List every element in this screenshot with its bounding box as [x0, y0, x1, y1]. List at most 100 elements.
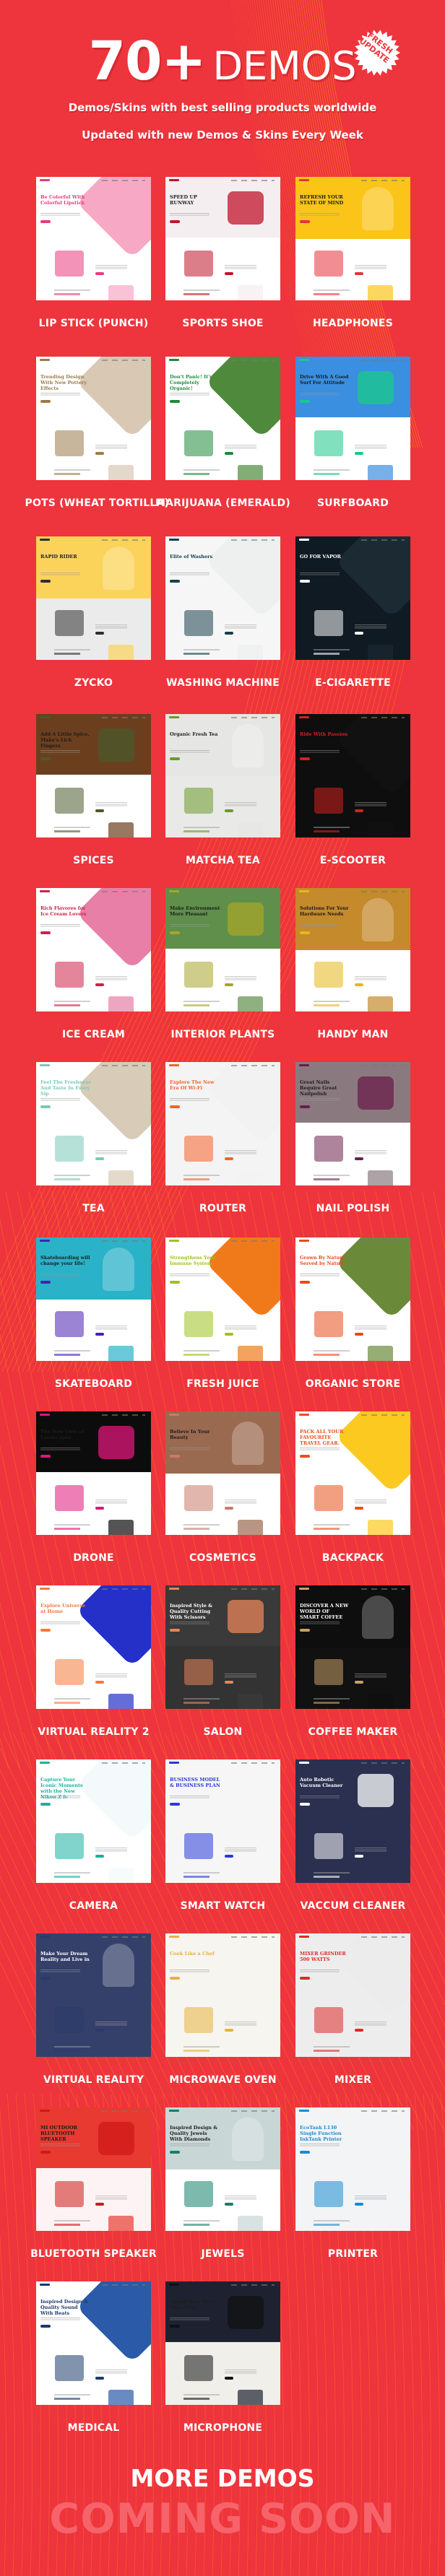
thumbnail-footer-heading: [54, 1004, 80, 1006]
demo-label[interactable]: FRESH JUICE: [155, 1378, 292, 1390]
demo-thumbnail[interactable]: RAPID RIDER: [36, 536, 151, 660]
demo-label[interactable]: SKATEBOARD: [25, 1378, 163, 1390]
thumbnail-section-text: [95, 1848, 127, 1852]
demo-thumbnail[interactable]: Solutions For Your Hardware Needs: [295, 888, 410, 1011]
demo-thumbnail[interactable]: Strengthens Your Immune System: [165, 1237, 280, 1361]
demo-label[interactable]: ZYCKO: [25, 677, 163, 689]
hero-image: [205, 357, 280, 438]
thumbnail-headline: Ride With Passion: [300, 731, 348, 737]
demo-label[interactable]: SURFBOARD: [285, 497, 422, 509]
demo-thumbnail[interactable]: Explore Universe at Home: [36, 1585, 151, 1709]
demo-label[interactable]: MEDICAL: [25, 2422, 163, 2434]
thumbnail-footer-product: [368, 2216, 393, 2231]
decor-line: [421, 1191, 445, 1308]
thumbnail-section-button: [225, 1157, 233, 1160]
thumbnail-footer-product: [368, 1520, 393, 1535]
thumbnail-section-text: [355, 1674, 386, 1678]
demo-thumbnail[interactable]: BUSINESS MODEL & BUSINESS PLAN: [165, 1759, 280, 1883]
thumbnail-section-button: [355, 983, 363, 986]
demo-thumbnail[interactable]: Make Your Dream Reality and Live in: [36, 1933, 151, 2057]
demo-thumbnail[interactable]: Great Nails Require Great Nailpolish: [295, 1062, 410, 1185]
demo-thumbnail[interactable]: MIXER GRINDER 500 WATTS: [295, 1933, 410, 2057]
demo-thumbnail[interactable]: MI OUTDOOR BLUETOOTH SPEAKER: [36, 2107, 151, 2231]
demo-thumbnail[interactable]: Auto Robotic Vacuum Cleaner: [295, 1759, 410, 1883]
thumbnail-product-image: [184, 1833, 213, 1859]
demo-thumbnail[interactable]: Don't Panic! It's Completely Organic!: [165, 357, 280, 480]
thumbnail-section-button: [225, 2377, 233, 2380]
demo-thumbnail[interactable]: PACK ALL YOUR FAVOURITE TRAVEL GEAR.: [295, 1411, 410, 1535]
demo-thumbnail[interactable]: DISCOVER A NEW WORLD OF SMART COFFEE: [295, 1585, 410, 1709]
demo-label[interactable]: HANDY MAN: [285, 1029, 422, 1040]
thumbnail-section-button: [225, 1333, 233, 1336]
demo-label[interactable]: SMART WATCH: [155, 1900, 292, 1912]
demo-thumbnail[interactable]: Sound Your Voice Like a Pro: [165, 2281, 280, 2405]
demo-thumbnail[interactable]: Elite of Washers: [165, 536, 280, 660]
demo-thumbnail[interactable]: Grown By Nature- Served by Nature: [295, 1237, 410, 1361]
demo-label[interactable]: WASHING MACHINE: [155, 677, 292, 689]
demo-thumbnail[interactable]: Inspired Design & Quality Sound With Bea…: [36, 2281, 151, 2405]
demo-thumbnail[interactable]: The New View of Landscapes: [36, 1411, 151, 1535]
demo-thumbnail[interactable]: Trending Design With New Pottery Effects: [36, 357, 151, 480]
demo-label[interactable]: VACCUM CLEANER: [285, 1900, 422, 1912]
thumbnail-footer-text: [54, 2394, 90, 2396]
demo-label[interactable]: ROUTER: [155, 1203, 292, 1214]
thumbnail-body-text: [40, 1448, 80, 1451]
demo-label[interactable]: BLUETOOTH SPEAKER: [25, 2248, 163, 2260]
demo-thumbnail[interactable]: Organic Fresh Tea: [165, 714, 280, 837]
demo-label[interactable]: SPORTS SHOE: [155, 318, 292, 329]
demo-thumbnail[interactable]: GO FOR VAPOR: [295, 536, 410, 660]
demo-thumbnail[interactable]: Inspired Design & Quality Jewels With Di…: [165, 2107, 280, 2231]
demo-thumbnail[interactable]: Ride With Passion: [295, 714, 410, 837]
demo-thumbnail[interactable]: EcoTank L130 Single Function InkTank Pri…: [295, 2107, 410, 2231]
demo-label[interactable]: INTERIOR PLANTS: [155, 1029, 292, 1040]
hero-image: [335, 714, 410, 796]
demo-thumbnail[interactable]: Add A Little Spice, Make's Lick Fingers: [36, 714, 151, 837]
logo: [40, 1414, 50, 1416]
demo-label[interactable]: DRONE: [25, 1552, 163, 1564]
thumbnail-footer-heading: [183, 1178, 209, 1180]
thumbnail-headline: SPEED UP RUNWAY: [170, 194, 197, 206]
demo-thumbnail[interactable]: Inspired Style & Quality Cutting With Sc…: [165, 1585, 280, 1709]
thumbnail-cta-button: [40, 757, 51, 760]
demo-label[interactable]: VIRTUAL REALITY 2: [25, 1726, 163, 1738]
demo-label[interactable]: NAIL POLISH: [285, 1203, 422, 1214]
demo-label[interactable]: COFFEE MAKER: [285, 1726, 422, 1738]
demo-thumbnail[interactable]: REFRESH YOUR STATE OF MIND: [295, 177, 410, 300]
demo-label[interactable]: MARIJUANA (EMERALD): [155, 497, 292, 509]
demo-label[interactable]: MICROPHONE: [155, 2422, 292, 2434]
demo-label[interactable]: MIXER: [285, 2074, 422, 2086]
demo-label[interactable]: ORGANIC STORE: [285, 1378, 422, 1390]
demo-thumbnail[interactable]: Make Environment More Pleasant: [165, 888, 280, 1011]
demo-label[interactable]: JEWELS: [155, 2248, 292, 2260]
demo-label[interactable]: HEADPHONES: [285, 318, 422, 329]
demo-thumbnail[interactable]: Capture Your Iconic Moments with the New…: [36, 1759, 151, 1883]
demo-label[interactable]: COSMETICS: [155, 1552, 292, 1564]
demo-label[interactable]: MATCHA TEA: [155, 855, 292, 866]
demo-label[interactable]: PRINTER: [285, 2248, 422, 2260]
demo-label[interactable]: CAMERA: [25, 1900, 163, 1912]
demo-label[interactable]: POTS (WHEAT TORTILLA): [25, 497, 169, 509]
demo-thumbnail[interactable]: Cook Like a Chef: [165, 1933, 280, 2057]
demo-label[interactable]: ICE CREAM: [25, 1029, 163, 1040]
thumbnail-nav-bar: [36, 177, 151, 183]
demo-thumbnail[interactable]: Feel The Freshness And Taste In Every Si…: [36, 1062, 151, 1185]
demo-label[interactable]: BACKPACK: [285, 1552, 422, 1564]
demo-thumbnail[interactable]: SPEED UP RUNWAY: [165, 177, 280, 300]
demo-label[interactable]: TEA: [25, 1203, 163, 1214]
demo-thumbnail[interactable]: Drive With A Good Surf For Attitude: [295, 357, 410, 480]
demo-thumbnail[interactable]: Believe In Your Beauty: [165, 1411, 280, 1535]
thumbnail-product-image: [55, 251, 84, 277]
demo-thumbnail[interactable]: Explore The New Era Of Wi-Fi: [165, 1062, 280, 1185]
demo-label[interactable]: MICROWAVE OVEN: [155, 2074, 292, 2086]
demo-thumbnail[interactable]: Be Colorful With Colorful Lipstick: [36, 177, 151, 300]
demo-label[interactable]: SPICES: [25, 855, 163, 866]
thumbnail-section-button: [95, 2377, 104, 2380]
demo-label[interactable]: SALON: [155, 1726, 292, 1738]
demo-label[interactable]: E-SCOOTER: [285, 855, 422, 866]
demo-thumbnail[interactable]: Skateboarding will change your life!: [36, 1237, 151, 1361]
demo-thumbnail[interactable]: Rich Flavores for Ice Cream Lovers: [36, 888, 151, 1011]
demo-label[interactable]: LIP STICK (PUNCH): [25, 318, 163, 329]
demo-label[interactable]: VIRTUAL REALITY: [25, 2074, 163, 2086]
thumbnail-footer-text: [54, 1350, 90, 1352]
demo-label[interactable]: E-CIGARETTE: [285, 677, 422, 689]
